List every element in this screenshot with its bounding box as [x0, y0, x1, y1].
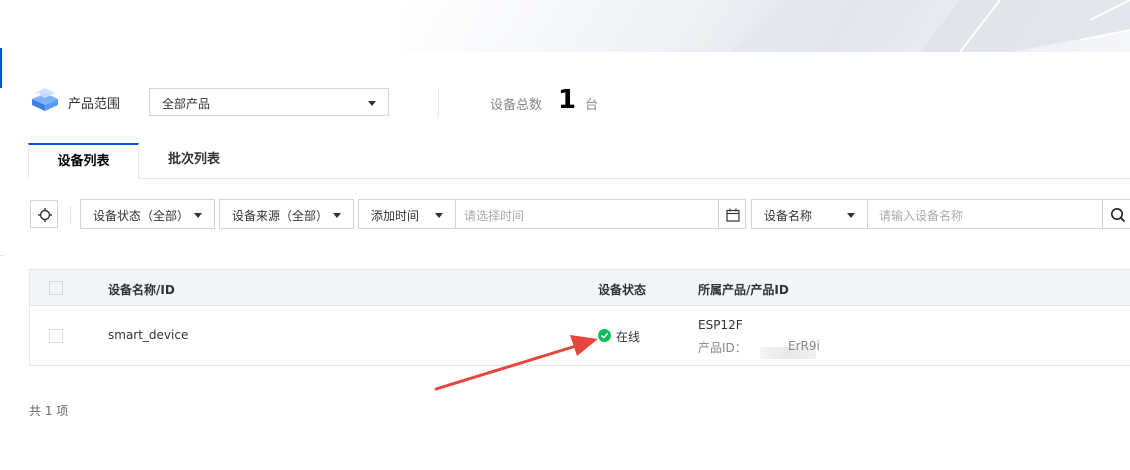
device-name-placeholder: 请输入设备名称 — [879, 209, 964, 223]
pagination-total: 共 1 项 — [29, 404, 69, 418]
product-range-value: 全部产品 — [162, 97, 211, 111]
device-status-filter-label: 设备状态（全部） — [93, 209, 190, 223]
product-id-label: 产品ID： — [698, 341, 747, 355]
device-total-unit: 台 — [585, 98, 599, 113]
tab-batch-list[interactable]: 批次列表 — [139, 143, 249, 179]
tab-device-list[interactable]: 设备列表 — [28, 143, 139, 180]
column-header-product: 所属产品/产品ID — [698, 283, 789, 297]
table-row[interactable]: smart_device 在线 ESP12F 产品ID： ErR9i — [30, 306, 1130, 366]
device-status-text: 在线 — [616, 330, 641, 344]
caret-down-icon — [847, 213, 855, 218]
caret-down-icon — [435, 213, 443, 218]
banner-pattern — [730, 0, 1130, 52]
device-total-count: 1 — [558, 85, 577, 115]
search-field-label: 设备名称 — [764, 209, 813, 223]
time-type-label: 添加时间 — [371, 209, 420, 223]
row-checkbox[interactable] — [49, 329, 63, 343]
tab-bar: 设备列表 批次列表 — [28, 143, 1130, 180]
select-all-checkbox[interactable] — [49, 281, 63, 295]
product-name: ESP12F — [698, 318, 743, 332]
left-nav-indicator — [0, 48, 2, 88]
product-range-label: 产品范围 — [68, 97, 121, 112]
device-table: 设备名称/ID 设备状态 所属产品/产品ID smart_device 在线 E… — [29, 269, 1130, 366]
filter-toolbar: 设备状态（全部） 设备来源（全部） 添加时间 请选择时间 设备名称 请输入设备名… — [28, 199, 1130, 229]
product-id-value: ErR9i — [788, 339, 820, 353]
search-button[interactable] — [1102, 199, 1130, 229]
time-range-input[interactable]: 请选择时间 — [456, 199, 719, 229]
filter-divider — [70, 206, 71, 222]
column-header-status: 设备状态 — [598, 283, 647, 297]
caret-down-icon — [368, 101, 376, 106]
settings-button[interactable] — [30, 200, 58, 228]
device-name-search-input[interactable]: 请输入设备名称 — [867, 199, 1103, 229]
product-range-select[interactable]: 全部产品 — [149, 88, 389, 116]
search-icon — [1111, 208, 1126, 223]
device-status-filter[interactable]: 设备状态（全部） — [80, 199, 215, 229]
left-nav-divider — [0, 255, 4, 256]
product-range-bar: 产品范围 全部产品 设备总数 1 台 — [28, 84, 1128, 120]
time-type-select[interactable]: 添加时间 — [358, 199, 456, 229]
gear-icon — [38, 208, 52, 222]
caret-down-icon — [333, 213, 341, 218]
device-total-label: 设备总数 — [490, 98, 543, 113]
calendar-button[interactable] — [718, 199, 746, 229]
device-source-filter[interactable]: 设备来源（全部） — [219, 199, 354, 229]
annotation-arrow — [434, 335, 598, 391]
banner-decoration — [400, 0, 1130, 52]
column-header-name: 设备名称/ID — [108, 283, 175, 297]
search-field-select[interactable]: 设备名称 — [751, 199, 868, 229]
product-cube-icon — [28, 84, 62, 118]
caret-down-icon — [194, 213, 202, 218]
page-banner — [0, 0, 1130, 52]
online-check-icon — [598, 329, 611, 342]
device-source-filter-label: 设备来源（全部） — [232, 209, 329, 223]
time-range-placeholder: 请选择时间 — [464, 209, 525, 223]
calendar-icon — [726, 208, 740, 222]
table-header: 设备名称/ID 设备状态 所属产品/产品ID — [30, 270, 1130, 306]
device-name-link[interactable]: smart_device — [108, 328, 188, 342]
vertical-divider — [438, 87, 439, 117]
